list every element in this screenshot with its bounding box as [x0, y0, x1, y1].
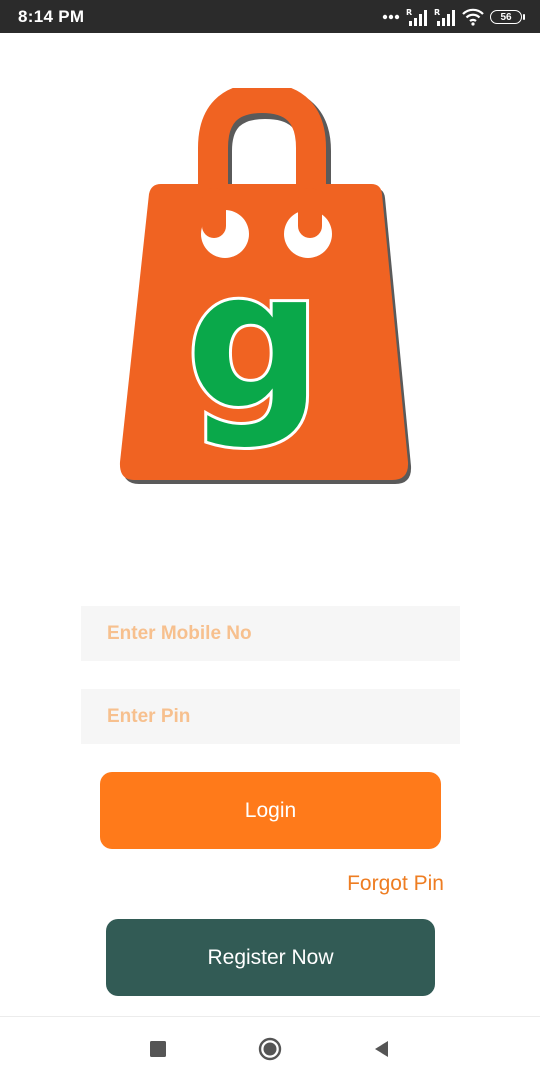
app-logo: g: [112, 82, 420, 498]
status-bar: 8:14 PM R R 56: [0, 0, 540, 33]
mobile-number-input[interactable]: [81, 606, 460, 661]
svg-text:g: g: [186, 230, 322, 451]
forgot-pin-link[interactable]: Forgot Pin: [347, 872, 444, 896]
svg-text:R: R: [434, 8, 440, 17]
shopping-bag-logo-icon: g: [119, 82, 412, 484]
signal-r-icon: R: [406, 8, 428, 26]
wifi-icon: [462, 8, 484, 26]
svg-text:R: R: [406, 8, 412, 17]
battery-icon: 56: [490, 10, 525, 24]
status-time: 8:14 PM: [18, 7, 85, 26]
back-icon[interactable]: [369, 1037, 393, 1061]
login-screen: 8:14 PM R R 56 g Enter Mobile No Login F…: [0, 0, 540, 1080]
recent-apps-icon[interactable]: [146, 1037, 170, 1061]
status-icons: R R 56: [382, 6, 525, 28]
more-dots-icon: [382, 14, 400, 20]
pin-input[interactable]: [81, 689, 460, 744]
navigation-bar: [0, 1016, 540, 1080]
login-button[interactable]: Login: [100, 772, 441, 849]
signal-r-icon: R: [434, 8, 456, 26]
register-now-button[interactable]: Register Now: [106, 919, 435, 996]
home-icon[interactable]: [258, 1037, 282, 1061]
